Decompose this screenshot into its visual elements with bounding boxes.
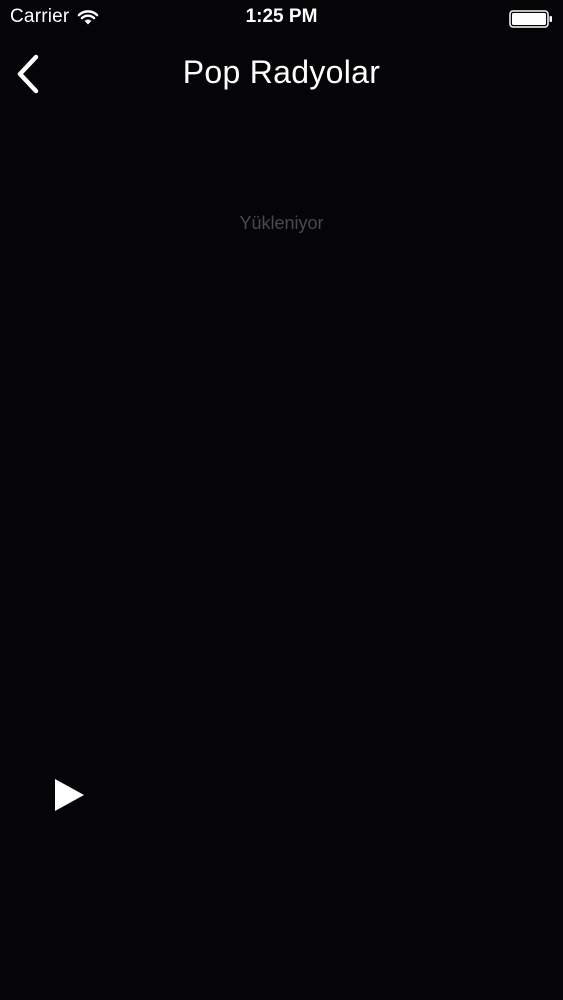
loading-label: Yükleniyor: [239, 213, 324, 233]
navigation-bar: Pop Radyolar: [0, 36, 563, 110]
play-button[interactable]: [44, 770, 94, 820]
status-time: 1:25 PM: [245, 6, 318, 27]
status-bar: Carrier 1:25 PM: [0, 0, 563, 36]
app-screen: Carrier 1:25 PM Pop Radyolar Yükleniyor: [0, 0, 563, 1000]
battery-icon: [509, 10, 553, 28]
play-icon: [55, 779, 84, 811]
page-title: Pop Radyolar: [182, 54, 381, 90]
